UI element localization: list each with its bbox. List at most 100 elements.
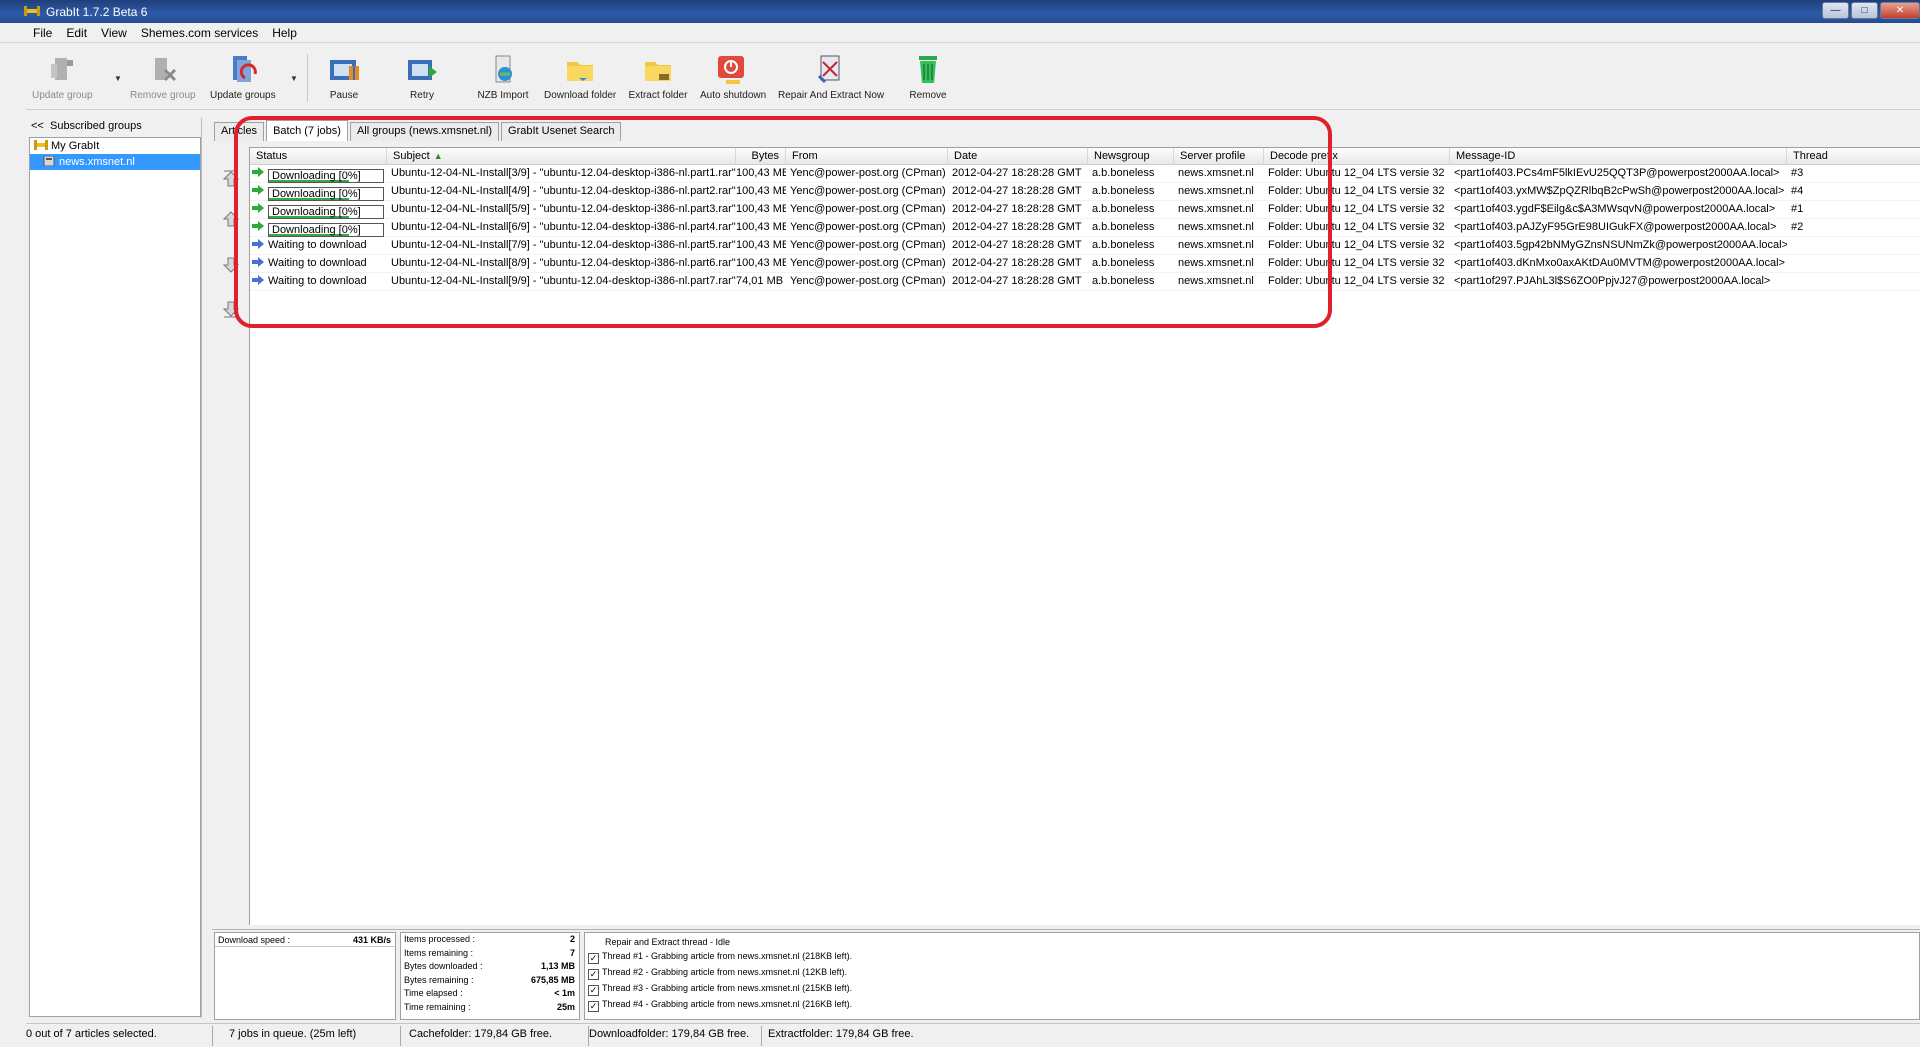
download-folder-button[interactable]: Download folder: [544, 52, 616, 104]
bytes-cell: 100,43 MB: [736, 167, 786, 179]
pause-button[interactable]: Pause: [320, 52, 368, 104]
minimize-icon[interactable]: —: [1822, 2, 1849, 19]
remove-group-button[interactable]: Remove group: [130, 52, 196, 104]
column-server-profile[interactable]: Server profile: [1174, 148, 1264, 165]
tab-batch[interactable]: Batch (7 jobs): [266, 120, 348, 141]
bytes-cell: 100,43 MB: [736, 203, 786, 215]
update-groups-dropdown-icon[interactable]: ▼: [290, 74, 298, 83]
remove-button[interactable]: Remove: [904, 52, 952, 104]
subject-cell: Ubuntu-12-04-NL-Install[4/9] - "ubuntu-1…: [391, 185, 736, 197]
prefix-cell: Folder: Ubuntu 12_04 LTS versie 32: [1268, 257, 1445, 269]
menu-shemes-services[interactable]: Shemes.com services: [134, 23, 265, 40]
batch-job-list: Status Subject ▲ Bytes From Date Newsgrou…: [249, 147, 1920, 925]
close-icon[interactable]: ✕: [1880, 2, 1920, 19]
column-newsgroup[interactable]: Newsgroup: [1088, 148, 1174, 165]
tab-articles[interactable]: Articles: [214, 122, 265, 141]
menu-view[interactable]: View: [94, 23, 134, 40]
status-text: Waiting to download: [268, 275, 367, 287]
waiting-arrow-icon: [252, 257, 264, 267]
server-icon: [43, 156, 55, 166]
list-header: Status Subject ▲ Bytes From Date Newsgrou…: [250, 148, 1920, 165]
prefix-cell: Folder: Ubuntu 12_04 LTS versie 32: [1268, 221, 1445, 233]
msgid-cell: <part1of403.ygdF$Eilg&c$A3MWsqvN@powerpo…: [1454, 203, 1776, 215]
column-bytes[interactable]: Bytes: [736, 148, 786, 165]
thread-row: ✓ Thread #2 - Grabbing article from news.…: [588, 967, 848, 980]
table-row[interactable]: Downloading [0%] Ubuntu-12-04-NL-Install[…: [250, 183, 1920, 201]
collapse-panel-button[interactable]: <<: [31, 120, 44, 132]
tab-all-groups[interactable]: All groups (news.xmsnet.nl): [349, 122, 500, 141]
groups-tree: My GrabIt news.xmsnet.nl: [29, 137, 201, 1017]
msgid-cell: <part1of297.PJAhL3l$S6ZO0PpjvJ27@powerpo…: [1454, 275, 1771, 287]
update-groups-button[interactable]: Update groups: [210, 52, 276, 104]
from-cell: Yenc@power-post.org (CPman): [790, 221, 946, 233]
remove-group-icon: [155, 58, 177, 82]
server-cell: news.xmsnet.nl: [1178, 185, 1254, 197]
update-groups-icon: [233, 56, 257, 82]
maximize-icon[interactable]: □: [1851, 2, 1878, 19]
column-date[interactable]: Date: [948, 148, 1088, 165]
nzb-import-button[interactable]: NZB Import: [474, 52, 532, 104]
bytes-cell: 100,43 MB: [736, 239, 786, 251]
repair-extract-icon: [817, 55, 840, 84]
extract-folder-icon: [645, 62, 671, 81]
prefix-cell: Folder: Ubuntu 12_04 LTS versie 32: [1268, 203, 1445, 215]
status-cell: Waiting to download: [250, 273, 387, 291]
tree-item-news-xmsnet[interactable]: news.xmsnet.nl: [30, 154, 200, 170]
thread-3-checkbox[interactable]: ✓: [588, 985, 599, 996]
thread-2-checkbox[interactable]: ✓: [588, 969, 599, 980]
date-cell: 2012-04-27 18:28:28 GMT: [952, 167, 1082, 179]
move-up-icon[interactable]: [222, 210, 240, 228]
update-group-dropdown-icon[interactable]: ▼: [114, 74, 122, 83]
menu-file[interactable]: File: [26, 23, 59, 40]
thread-cell: [1787, 237, 1920, 255]
thread-cell: #2: [1791, 221, 1804, 233]
toolbar: Update group ▼ Remove group Update group…: [26, 44, 1920, 110]
table-row[interactable]: Downloading [0%] Ubuntu-12-04-NL-Install[…: [250, 165, 1920, 183]
thread-cell: #3: [1791, 167, 1804, 179]
newsgroup-cell: a.b.boneless: [1092, 203, 1155, 215]
date-cell: 2012-04-27 18:28:28 GMT: [952, 239, 1082, 251]
move-down-icon[interactable]: [222, 256, 240, 274]
menu-edit[interactable]: Edit: [59, 23, 94, 40]
tab-usenet-search[interactable]: GrabIt Usenet Search: [501, 122, 622, 141]
extract-folder-button[interactable]: Extract folder: [626, 52, 690, 104]
move-bottom-icon[interactable]: [222, 300, 240, 318]
table-row[interactable]: Waiting to download Ubuntu-12-04-NL-Insta…: [250, 273, 1920, 291]
table-row[interactable]: Waiting to download Ubuntu-12-04-NL-Insta…: [250, 255, 1920, 273]
server-cell: news.xmsnet.nl: [1178, 257, 1254, 269]
column-message-id[interactable]: Message-ID: [1450, 148, 1787, 165]
update-group-button[interactable]: Update group: [32, 52, 93, 104]
table-row[interactable]: Downloading [0%] Ubuntu-12-04-NL-Install[…: [250, 219, 1920, 237]
table-row[interactable]: Downloading [0%] Ubuntu-12-04-NL-Install[…: [250, 201, 1920, 219]
subscribed-groups-panel: << Subscribed groups My GrabIt news.xmsn…: [26, 118, 202, 1018]
grabit-folder-icon: [34, 140, 48, 150]
queue-status: 7 jobs in queue. (25m left): [229, 1028, 357, 1040]
from-cell: Yenc@power-post.org (CPman): [790, 275, 946, 287]
auto-shutdown-button[interactable]: Auto shutdown: [700, 52, 766, 104]
column-status[interactable]: Status: [250, 148, 387, 165]
thread-4-checkbox[interactable]: ✓: [588, 1001, 599, 1012]
status-text: Downloading [0%]: [272, 206, 361, 218]
server-cell: news.xmsnet.nl: [1178, 167, 1254, 179]
thread-1-checkbox[interactable]: ✓: [588, 953, 599, 964]
nzb-import-icon: [495, 55, 512, 83]
column-subject[interactable]: Subject ▲: [387, 148, 736, 165]
table-row[interactable]: Waiting to download Ubuntu-12-04-NL-Insta…: [250, 237, 1920, 255]
tree-item-my-grabit[interactable]: My GrabIt: [30, 138, 200, 154]
column-thread[interactable]: Thread: [1787, 148, 1920, 165]
retry-button[interactable]: Retry: [398, 52, 446, 104]
menu-help[interactable]: Help: [265, 23, 304, 40]
status-divider: [400, 1026, 401, 1046]
thread-row: ✓ Thread #3 - Grabbing article from news.…: [588, 983, 853, 996]
toolbar-separator: [307, 54, 308, 102]
move-top-icon[interactable]: [222, 170, 240, 188]
stat-items-processed: Items processed :2: [404, 934, 575, 944]
subject-cell: Ubuntu-12-04-NL-Install[3/9] - "ubuntu-1…: [391, 167, 736, 179]
from-cell: Yenc@power-post.org (CPman): [790, 185, 946, 197]
server-cell: news.xmsnet.nl: [1178, 239, 1254, 251]
column-from[interactable]: From: [786, 148, 948, 165]
column-decode-prefix[interactable]: Decode prefix: [1264, 148, 1450, 165]
tab-bar: Articles Batch (7 jobs) All groups (news…: [214, 120, 623, 142]
thread-cell: [1787, 273, 1920, 291]
repair-extract-now-button[interactable]: Repair And Extract Now: [778, 52, 884, 104]
